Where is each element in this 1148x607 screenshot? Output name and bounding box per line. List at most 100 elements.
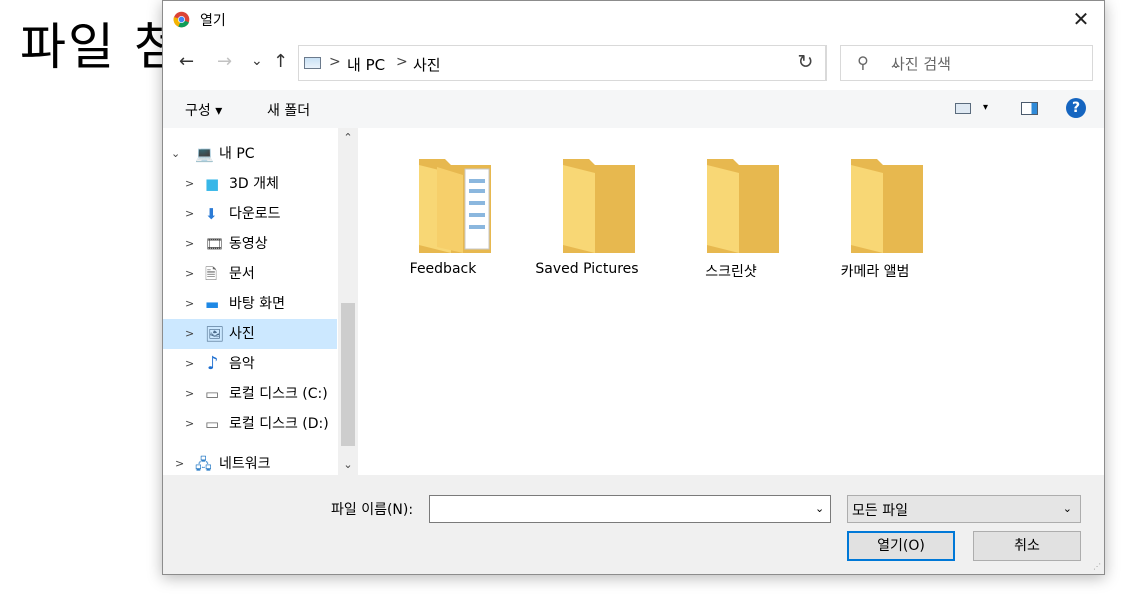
organize-button[interactable]: 구성 ▾ [185, 100, 222, 120]
tree-item-label: 로컬 디스크 (D:) [229, 416, 329, 432]
refresh-button[interactable]: ↻ [785, 45, 827, 81]
pc-icon: 💻 [195, 145, 214, 163]
view-dropdown-icon[interactable]: ▾ [983, 102, 988, 113]
search-box[interactable]: ⚲ [840, 45, 1093, 81]
tree-item-videos[interactable]: > 🎞 동영상 [163, 229, 337, 259]
tree-item-label: 3D 개체 [229, 176, 279, 192]
folder-item-saved-pictures[interactable]: Saved Pictures [515, 150, 659, 280]
background-page-title: 파일 첨 [20, 18, 182, 76]
folder-item-feedback[interactable]: Feedback [371, 150, 515, 280]
cube-icon: ■ [205, 175, 220, 193]
address-bar[interactable]: > 내 PC > 사진 ⌄ [298, 45, 901, 81]
expand-chevron-icon[interactable]: > [175, 449, 184, 475]
close-button[interactable]: ✕ [1058, 1, 1104, 39]
search-icon: ⚲ [857, 53, 869, 72]
tree-item-label: 네트워크 [219, 456, 271, 472]
new-folder-button[interactable]: 새 폴더 [267, 100, 310, 120]
expand-chevron-icon[interactable]: > [185, 379, 194, 409]
scroll-down-icon[interactable]: ⌄ [338, 455, 358, 475]
breadcrumb-pictures[interactable]: 사진 [413, 54, 441, 75]
scroll-up-icon[interactable]: ⌃ [338, 128, 358, 148]
tree-item-label: 음악 [229, 356, 255, 372]
tree-item-label: 문서 [229, 266, 255, 282]
dialog-footer: 파일 이름(N): ⌄ 모든 파일 ⌄ 열기(O) 취소 ⋰ [163, 475, 1104, 574]
tree-item-local-disk-c[interactable]: > ▭ 로컬 디스크 (C:) [163, 379, 337, 409]
tree-item-label: 내 PC [219, 146, 255, 162]
folder-label: 스크린샷 [705, 264, 757, 280]
recent-locations-button[interactable]: ⌄ [251, 53, 263, 69]
expand-chevron-icon[interactable]: > [185, 349, 194, 379]
tree-item-documents[interactable]: > 🗎 문서 [163, 259, 337, 289]
filename-label: 파일 이름(N): [331, 502, 414, 518]
navigation-tree: ⌄ 💻 내 PC > ■ 3D 개체 > ⬇ 다운로드 > 🎞 동영상 > 🗎 … [163, 128, 358, 475]
tree-item-label: 다운로드 [229, 206, 281, 222]
up-button[interactable]: ↑ [273, 51, 288, 72]
expand-chevron-icon[interactable]: > [185, 289, 194, 319]
search-input[interactable] [889, 51, 1083, 77]
tree-item-label: 동영상 [229, 236, 268, 252]
open-file-dialog: 열기 ✕ ← → ⌄ ↑ > 내 PC > 사진 ⌄ ↻ ⚲ 구성 ▾ 새 폴더… [162, 0, 1105, 575]
breadcrumb-separator: > [396, 54, 408, 70]
folder-icon [707, 159, 779, 253]
video-icon: 🎞 [205, 235, 225, 253]
folder-icon [851, 159, 923, 253]
music-icon: ♪ [207, 353, 219, 374]
expand-chevron-icon[interactable]: > [185, 259, 194, 289]
file-type-select[interactable]: 모든 파일 ⌄ [847, 495, 1081, 523]
expand-chevron-icon[interactable]: > [185, 319, 194, 349]
help-icon[interactable]: ? [1066, 98, 1086, 118]
tree-item-network[interactable]: > 🖧 네트워크 [163, 449, 337, 475]
breadcrumb-this-pc[interactable]: 내 PC [347, 54, 385, 75]
dialog-title: 열기 [200, 13, 226, 29]
resize-grip-icon[interactable]: ⋰ [1093, 563, 1101, 571]
file-type-label: 모든 파일 [852, 503, 908, 519]
folder-label: 카메라 앨범 [840, 264, 910, 280]
folder-with-documents-icon [419, 159, 491, 253]
breadcrumb-separator: > [329, 54, 341, 70]
tree-item-label: 로컬 디스크 (C:) [229, 386, 328, 402]
file-type-dropdown-icon[interactable]: ⌄ [1063, 502, 1072, 515]
open-button[interactable]: 열기(O) [847, 531, 955, 561]
tree-item-music[interactable]: > ♪ 음악 [163, 349, 337, 379]
folder-label: Saved Pictures [535, 261, 639, 277]
desktop-icon: ▬ [205, 295, 220, 313]
download-icon: ⬇ [205, 205, 218, 223]
tree-item-local-disk-d[interactable]: > ▭ 로컬 디스크 (D:) [163, 409, 337, 439]
folder-icon [563, 159, 635, 253]
tree-item-downloads[interactable]: > ⬇ 다운로드 [163, 199, 337, 229]
pictures-icon [304, 57, 321, 69]
expand-chevron-icon[interactable]: > [185, 229, 194, 259]
tree-item-desktop[interactable]: > ▬ 바탕 화면 [163, 289, 337, 319]
preview-pane-icon[interactable] [1021, 102, 1038, 115]
expand-chevron-icon[interactable]: > [185, 169, 194, 199]
folder-item-camera-roll[interactable]: 카메라 앨범 [803, 150, 947, 280]
expand-chevron-icon[interactable]: > [185, 199, 194, 229]
filename-input[interactable] [429, 495, 831, 523]
title-bar[interactable]: 열기 ✕ [163, 1, 1104, 39]
cancel-button[interactable]: 취소 [973, 531, 1081, 561]
command-toolbar: 구성 ▾ 새 폴더 ▾ ? [163, 90, 1104, 128]
expand-chevron-icon[interactable]: > [185, 409, 194, 439]
scroll-thumb[interactable] [341, 303, 355, 446]
pictures-icon: 🖼 [205, 325, 225, 343]
collapse-chevron-icon[interactable]: ⌄ [171, 139, 180, 169]
tree-scrollbar[interactable]: ⌃ ⌄ [338, 128, 358, 475]
tree-item-3d-objects[interactable]: > ■ 3D 개체 [163, 169, 337, 199]
drive-c-icon: ▭ [205, 385, 220, 403]
tree-item-label: 사진 [229, 326, 255, 342]
network-icon: 🖧 [195, 455, 212, 473]
tree-item-this-pc[interactable]: ⌄ 💻 내 PC [163, 139, 337, 169]
chrome-icon [173, 11, 190, 28]
navigation-bar: ← → ⌄ ↑ > 내 PC > 사진 ⌄ ↻ ⚲ [163, 39, 1104, 87]
tree-item-label: 바탕 화면 [229, 296, 285, 312]
back-button[interactable]: ← [179, 51, 194, 72]
folder-label: Feedback [409, 261, 477, 277]
forward-button[interactable]: → [217, 51, 232, 72]
filename-dropdown-icon[interactable]: ⌄ [815, 502, 824, 515]
document-icon: 🗎 [205, 265, 218, 283]
folder-item-screenshots[interactable]: 스크린샷 [659, 150, 803, 280]
file-list: Feedback Saved Pictures 스크린샷 카메라 앨범 [359, 128, 1104, 475]
view-options-icon[interactable] [955, 103, 971, 114]
tree-item-pictures[interactable]: > 🖼 사진 [163, 319, 337, 349]
drive-d-icon: ▭ [205, 415, 220, 433]
